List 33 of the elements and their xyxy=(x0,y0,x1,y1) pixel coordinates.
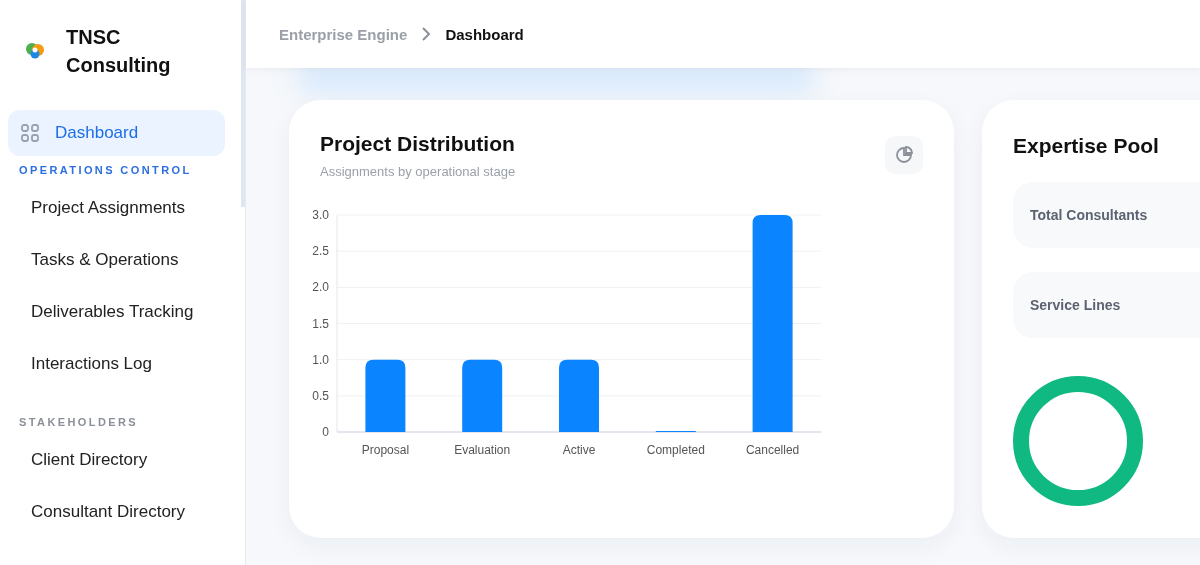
sidebar-item[interactable]: Dashboard xyxy=(8,110,225,156)
y-tick-label: 0 xyxy=(322,425,329,439)
x-tick-label: Active xyxy=(562,443,596,457)
sidebar-item[interactable]: Deliverables Tracking xyxy=(8,286,225,338)
sidebar-item[interactable]: Interactions Log xyxy=(8,338,225,390)
x-tick-label: Cancelled xyxy=(745,443,800,457)
chart-type-button[interactable] xyxy=(885,136,923,174)
y-tick-label: 1.0 xyxy=(312,352,329,367)
brand-name: TNSC Consulting xyxy=(66,25,172,78)
pie-chart-icon xyxy=(895,146,913,164)
x-tick-label: Completed xyxy=(646,443,705,457)
sidebar-item[interactable]: Project Assignments xyxy=(8,182,225,234)
y-tick-label: 2.0 xyxy=(312,280,329,295)
y-tick-label: 2.5 xyxy=(312,244,329,259)
sidebar-item[interactable]: Tasks & Operations xyxy=(8,234,225,286)
stat-label: Total Consultants xyxy=(1030,207,1148,223)
card-title: Project Distribution xyxy=(320,132,516,156)
y-tick-label: 3.0 xyxy=(312,208,329,222)
y-tick-label: 1.5 xyxy=(312,316,329,331)
x-tick-label: Evaluation xyxy=(454,443,511,457)
chevron-right-icon xyxy=(421,27,432,41)
section-heading: STAKEHOLDERS xyxy=(18,415,140,430)
stat-label: Service Lines xyxy=(1030,297,1121,313)
section-heading: OPERATIONS CONTROL xyxy=(18,164,193,178)
y-tick-label: 0.5 xyxy=(312,388,329,403)
grid-icon xyxy=(21,124,39,142)
scrollbar-thumb[interactable] xyxy=(241,0,245,207)
breadcrumb-link[interactable]: Dashboard xyxy=(445,25,524,43)
card-title: Expertise Pool xyxy=(1013,134,1160,158)
card-subtitle: Assignments by operational stage xyxy=(320,164,516,179)
x-tick-label: Proposal xyxy=(361,443,410,457)
sidebar-item[interactable]: Consultant Directory xyxy=(8,486,225,538)
sidebar-item[interactable]: Client Directory xyxy=(8,434,225,486)
